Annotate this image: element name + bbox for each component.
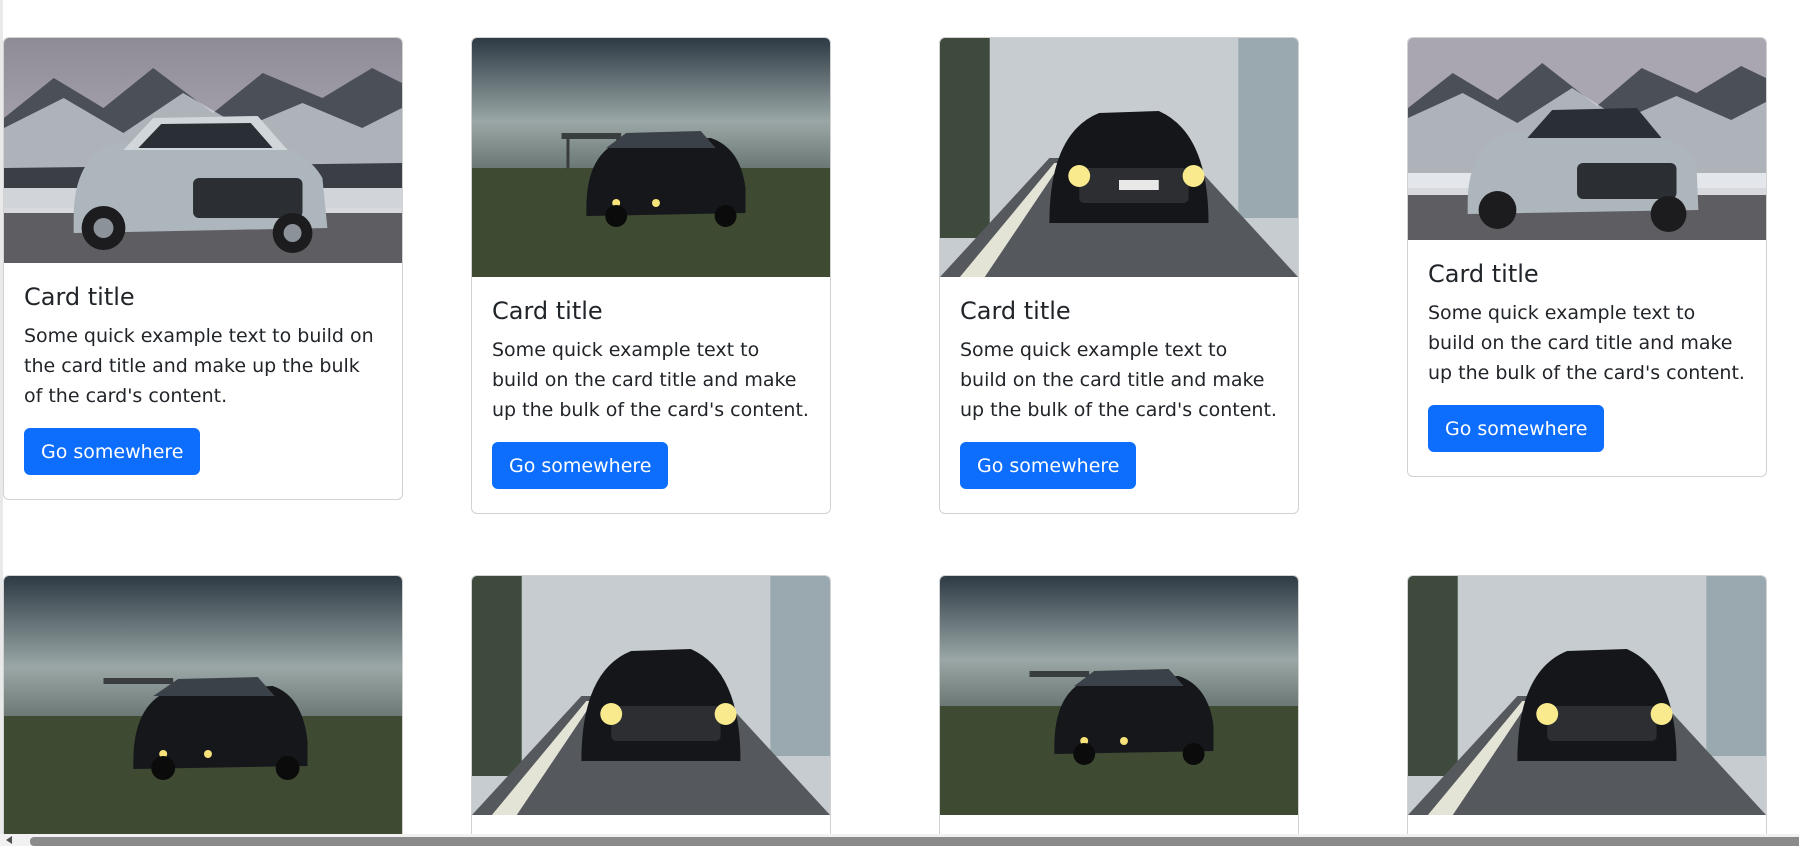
card-image-silver-suv [4, 38, 402, 263]
card-image-black-suv-field [472, 38, 830, 277]
go-somewhere-button[interactable]: Go somewhere [492, 441, 669, 489]
card [471, 575, 831, 846]
horizontal-scrollbar[interactable] [0, 834, 1799, 846]
card-image-black-suv-forest-road [1408, 576, 1766, 815]
go-somewhere-button[interactable]: Go somewhere [1428, 404, 1605, 452]
page-viewport: Card title Some quick example text to bu… [0, 0, 1799, 846]
card-title: Card title [1428, 260, 1539, 288]
card [939, 575, 1299, 846]
card-image-black-suv-field [4, 576, 402, 836]
card-text: Some quick example text to build on the … [24, 324, 374, 407]
card-image-black-suv-field [940, 576, 1298, 815]
scroll-left-arrow-icon[interactable] [6, 836, 12, 844]
go-somewhere-button[interactable]: Go somewhere [960, 441, 1137, 489]
card-text: Some quick example text to build on the … [492, 338, 809, 421]
card: Card title Some quick example text to bu… [471, 37, 831, 514]
go-somewhere-button[interactable]: Go somewhere [24, 427, 201, 475]
card-text: Some quick example text to build on the … [1428, 301, 1745, 384]
card-title: Card title [24, 283, 135, 311]
card-title: Card title [492, 297, 603, 325]
card [3, 575, 403, 846]
card-title: Card title [960, 297, 1071, 325]
card: Card title Some quick example text to bu… [939, 37, 1299, 514]
card: Card title Some quick example text to bu… [3, 37, 403, 500]
card-image-silver-suv [1408, 38, 1766, 240]
card [1407, 575, 1767, 846]
scrollbar-thumb[interactable] [30, 837, 1799, 846]
card-image-black-suv-forest-road [940, 38, 1298, 277]
card: Card title Some quick example text to bu… [1407, 37, 1767, 477]
card-text: Some quick example text to build on the … [960, 338, 1277, 421]
card-image-black-suv-forest-road [472, 576, 830, 815]
